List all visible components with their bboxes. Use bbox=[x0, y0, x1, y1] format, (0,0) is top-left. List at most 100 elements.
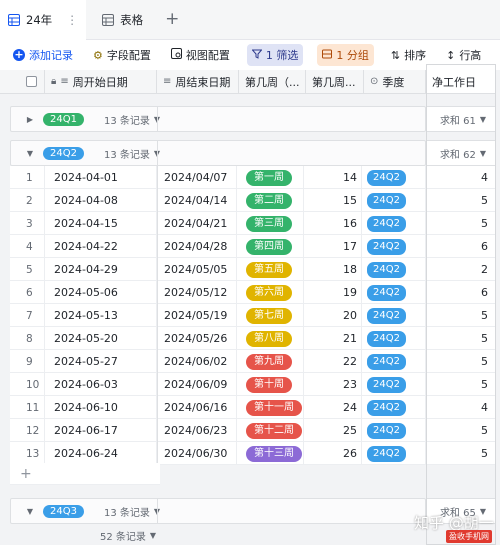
column-header-start-date[interactable]: 🔒︎ ≡ 周开始日期 bbox=[45, 70, 157, 94]
chevron-down-icon[interactable]: ▼ bbox=[150, 531, 156, 540]
week-number-cell[interactable]: 20 bbox=[304, 304, 362, 327]
quarter-cell[interactable]: 24Q2 bbox=[362, 189, 426, 212]
workdays-cell[interactable]: 5 bbox=[426, 442, 496, 465]
quarter-cell[interactable]: 24Q2 bbox=[362, 166, 426, 189]
column-header-week-num[interactable]: 第几周... bbox=[306, 70, 364, 94]
expand-arrow-icon[interactable]: ▶ bbox=[21, 115, 39, 124]
workdays-cell[interactable]: 4 bbox=[426, 396, 496, 419]
end-date-cell[interactable]: 2024/06/23 bbox=[157, 419, 237, 442]
table-row[interactable]: 5 2024-04-29 2024/05/05 第五周 18 24Q2 bbox=[10, 258, 426, 281]
week-name-cell[interactable]: 第六周 bbox=[237, 281, 304, 304]
quarter-cell[interactable]: 24Q2 bbox=[362, 396, 426, 419]
add-tab-icon[interactable]: + bbox=[165, 11, 179, 28]
table-row[interactable]: 2 2024-04-08 2024/04/14 第二周 15 24Q2 bbox=[10, 189, 426, 212]
week-name-cell[interactable]: 第五周 bbox=[237, 258, 304, 281]
tab-table[interactable]: 表格 bbox=[94, 0, 151, 40]
start-date-cell[interactable]: 2024-04-29 bbox=[45, 258, 157, 281]
week-name-cell[interactable]: 第九周 bbox=[237, 350, 304, 373]
add-row-button[interactable]: + bbox=[10, 463, 160, 485]
workdays-cell[interactable]: 5 bbox=[426, 304, 496, 327]
select-all-checkbox[interactable] bbox=[26, 76, 37, 87]
quarter-cell[interactable]: 24Q2 bbox=[362, 235, 426, 258]
week-name-cell[interactable]: 第十一周 bbox=[237, 396, 304, 419]
table-row[interactable]: 12 2024-06-17 2024/06/23 第十二周 25 24Q2 bbox=[10, 419, 426, 442]
start-date-cell[interactable]: 2024-04-08 bbox=[45, 189, 157, 212]
quarter-cell[interactable]: 24Q2 bbox=[362, 350, 426, 373]
end-date-cell[interactable]: 2024/06/09 bbox=[157, 373, 237, 396]
week-name-cell[interactable]: 第十周 bbox=[237, 373, 304, 396]
add-record-button[interactable]: + 添加记录 bbox=[10, 44, 76, 66]
end-date-cell[interactable]: 2024/04/21 bbox=[157, 212, 237, 235]
group-header-24q2[interactable]: ▼ 24Q2 13 条记录 ▼ bbox=[10, 140, 426, 166]
quarter-cell[interactable]: 24Q2 bbox=[362, 327, 426, 350]
column-header-week-name[interactable]: 第几周（... bbox=[239, 70, 306, 94]
table-row[interactable]: 8 2024-05-20 2024/05/26 第八周 21 24Q2 bbox=[10, 327, 426, 350]
table-row[interactable]: 4 2024-04-22 2024/04/28 第四周 17 24Q2 bbox=[10, 235, 426, 258]
filter-button[interactable]: 1 筛选 bbox=[246, 44, 304, 66]
start-date-cell[interactable]: 2024-06-10 bbox=[45, 396, 157, 419]
column-header-quarter[interactable]: ⊙ 季度 bbox=[364, 70, 426, 94]
header-checkbox-cell[interactable] bbox=[0, 70, 45, 94]
group-sum[interactable]: 求和 61 ▼ bbox=[426, 106, 496, 132]
week-name-cell[interactable]: 第八周 bbox=[237, 327, 304, 350]
table-row[interactable]: 11 2024-06-10 2024/06/16 第十一周 24 24Q2 bbox=[10, 396, 426, 419]
end-date-cell[interactable]: 2024/04/07 bbox=[157, 166, 237, 189]
end-date-cell[interactable]: 2024/04/14 bbox=[157, 189, 237, 212]
end-date-cell[interactable]: 2024/05/12 bbox=[157, 281, 237, 304]
workdays-cell[interactable]: 5 bbox=[426, 373, 496, 396]
start-date-cell[interactable]: 2024-05-06 bbox=[45, 281, 157, 304]
week-name-cell[interactable]: 第一周 bbox=[237, 166, 304, 189]
week-number-cell[interactable]: 14 bbox=[304, 166, 362, 189]
week-name-cell[interactable]: 第四周 bbox=[237, 235, 304, 258]
view-config-button[interactable]: 视图配置 bbox=[168, 44, 233, 66]
end-date-cell[interactable]: 2024/06/02 bbox=[157, 350, 237, 373]
week-number-cell[interactable]: 26 bbox=[304, 442, 362, 465]
week-number-cell[interactable]: 15 bbox=[304, 189, 362, 212]
week-number-cell[interactable]: 17 bbox=[304, 235, 362, 258]
week-number-cell[interactable]: 18 bbox=[304, 258, 362, 281]
week-name-cell[interactable]: 第二周 bbox=[237, 189, 304, 212]
workdays-cell[interactable]: 5 bbox=[426, 419, 496, 442]
group-header-24q3[interactable]: ▼ 24Q3 13 条记录 ▼ bbox=[10, 498, 426, 524]
start-date-cell[interactable]: 2024-05-27 bbox=[45, 350, 157, 373]
workdays-cell[interactable]: 5 bbox=[426, 212, 496, 235]
start-date-cell[interactable]: 2024-06-03 bbox=[45, 373, 157, 396]
week-name-cell[interactable]: 第七周 bbox=[237, 304, 304, 327]
quarter-cell[interactable]: 24Q2 bbox=[362, 373, 426, 396]
start-date-cell[interactable]: 2024-04-15 bbox=[45, 212, 157, 235]
start-date-cell[interactable]: 2024-06-24 bbox=[45, 442, 157, 465]
table-row[interactable]: 9 2024-05-27 2024/06/02 第九周 22 24Q2 bbox=[10, 350, 426, 373]
workdays-cell[interactable]: 4 bbox=[426, 166, 496, 189]
column-header-workdays[interactable]: 净工作日 bbox=[426, 70, 496, 94]
table-row[interactable]: 6 2024-05-06 2024/05/12 第六周 19 24Q2 bbox=[10, 281, 426, 304]
table-row[interactable]: 10 2024-06-03 2024/06/09 第十周 23 24Q2 bbox=[10, 373, 426, 396]
start-date-cell[interactable]: 2024-04-22 bbox=[45, 235, 157, 258]
table-row[interactable]: 3 2024-04-15 2024/04/21 第三周 16 24Q2 bbox=[10, 212, 426, 235]
workdays-cell[interactable]: 6 bbox=[426, 235, 496, 258]
collapse-arrow-icon[interactable]: ▼ bbox=[21, 149, 39, 158]
week-name-cell[interactable]: 第十二周 bbox=[237, 419, 304, 442]
week-number-cell[interactable]: 24 bbox=[304, 396, 362, 419]
week-name-cell[interactable]: 第十三周 bbox=[237, 442, 304, 465]
start-date-cell[interactable]: 2024-05-20 bbox=[45, 327, 157, 350]
workdays-cell[interactable]: 5 bbox=[426, 189, 496, 212]
week-number-cell[interactable]: 21 bbox=[304, 327, 362, 350]
week-number-cell[interactable]: 19 bbox=[304, 281, 362, 304]
workdays-cell[interactable]: 6 bbox=[426, 281, 496, 304]
group-button[interactable]: 1 分组 bbox=[317, 44, 374, 66]
week-number-cell[interactable]: 23 bbox=[304, 373, 362, 396]
week-number-cell[interactable]: 22 bbox=[304, 350, 362, 373]
field-config-button[interactable]: ⚙ 字段配置 bbox=[90, 44, 154, 66]
end-date-cell[interactable]: 2024/06/30 bbox=[157, 442, 237, 465]
workdays-cell[interactable]: 5 bbox=[426, 327, 496, 350]
more-options-icon[interactable]: ⋮ bbox=[66, 13, 78, 27]
table-row[interactable]: 1 2024-04-01 2024/04/07 第一周 14 24Q2 bbox=[10, 166, 426, 189]
end-date-cell[interactable]: 2024/04/28 bbox=[157, 235, 237, 258]
week-number-cell[interactable]: 25 bbox=[304, 419, 362, 442]
end-date-cell[interactable]: 2024/05/26 bbox=[157, 327, 237, 350]
group-header-24q1[interactable]: ▶ 24Q1 13 条记录 ▼ bbox=[10, 106, 426, 132]
row-height-button[interactable]: ↕ 行高 bbox=[443, 44, 484, 66]
column-header-end-date[interactable]: ≡ 周结束日期 bbox=[157, 70, 239, 94]
workdays-cell[interactable]: 5 bbox=[426, 350, 496, 373]
quarter-cell[interactable]: 24Q2 bbox=[362, 258, 426, 281]
